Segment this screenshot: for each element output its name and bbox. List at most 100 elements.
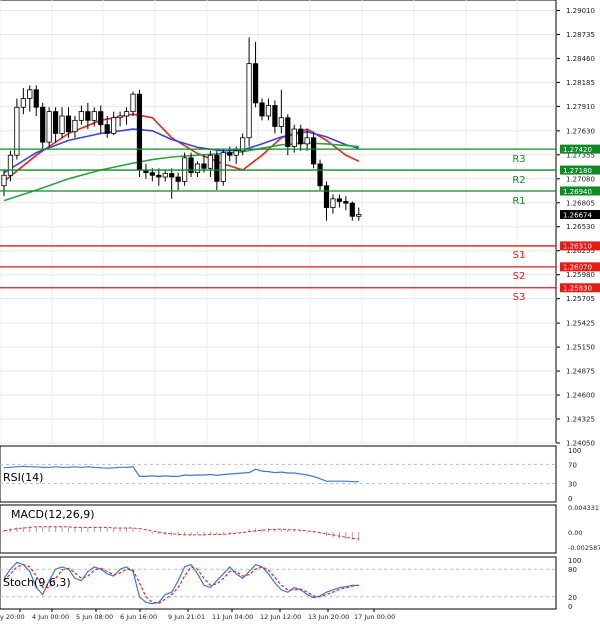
- candle-body: [14, 106, 20, 156]
- level-price-label: 1.26310: [563, 243, 592, 251]
- candle-body: [104, 124, 110, 134]
- chart-svg: 1.29010 1.28735 1.28460 1.28185 1.27910 1.276…: [0, 0, 600, 621]
- candle-body: [91, 111, 97, 121]
- candle-body: [330, 198, 336, 208]
- level-price-label: 1.26070: [563, 264, 592, 272]
- level-name-r3: R3: [512, 154, 525, 165]
- stoch-y-tick: 80: [568, 566, 577, 574]
- candle-body: [207, 154, 213, 169]
- y-tick-label: 1.26805: [566, 199, 595, 207]
- candle-body: [111, 117, 117, 134]
- candle-body: [169, 173, 175, 178]
- candle-body: [20, 98, 26, 108]
- stoch-y-tick: 20: [568, 594, 577, 602]
- rsi-title: RSI(14): [3, 471, 43, 484]
- level-name-s3: S3: [513, 292, 526, 303]
- y-tick-label: 1.25425: [566, 320, 595, 328]
- candle-body: [130, 93, 136, 113]
- x-tick-label: 17 Jun 00:00: [354, 613, 395, 621]
- level-name-s1: S1: [513, 250, 526, 261]
- candle-body: [162, 173, 168, 178]
- y-tick-label: 1.25980: [566, 271, 595, 279]
- x-tick-label: 13 Jun 20:00: [308, 613, 349, 621]
- candle-body: [117, 115, 123, 119]
- x-tick-label: y 20:00: [0, 613, 25, 621]
- candle-body: [98, 111, 104, 126]
- trading-chart: 1.29010 1.28735 1.28460 1.28185 1.27910 1.276…: [0, 0, 600, 621]
- y-tick-label: 1.28185: [566, 79, 595, 87]
- candle-body: [40, 106, 46, 143]
- level-name-r1: R1: [512, 196, 525, 207]
- candle-body: [272, 105, 278, 127]
- candle-body: [246, 63, 252, 139]
- y-tick-label: 1.26530: [566, 223, 595, 231]
- candle-body: [349, 202, 355, 217]
- y-tick-label: 1.28735: [566, 31, 595, 39]
- level-name-s2: S2: [513, 271, 526, 282]
- candle-body: [220, 152, 226, 182]
- x-tick-label: 11 Jun 04:00: [212, 613, 253, 621]
- y-tick-label: 1.25705: [566, 295, 595, 303]
- candle-body: [298, 128, 304, 145]
- y-tick-label: 1.25150: [566, 344, 595, 352]
- panel-frame-1: [0, 445, 557, 503]
- candle-body: [336, 198, 343, 202]
- level-price-label: 1.26940: [563, 188, 592, 196]
- candle-body: [1, 174, 7, 187]
- stoch-y-tick: 100: [568, 557, 581, 565]
- candle-body: [304, 137, 310, 145]
- candle-body: [175, 176, 181, 182]
- x-tick-label: 6 Jun 16:00: [120, 613, 157, 621]
- rsi-y-tick: 0: [568, 495, 572, 503]
- y-tick-label: 1.24325: [566, 416, 595, 424]
- candle-body: [85, 111, 91, 121]
- candle-body: [72, 119, 78, 133]
- level-price-label: 1.25830: [563, 285, 592, 293]
- candle-body: [214, 154, 220, 182]
- candle-body: [233, 150, 239, 156]
- candle-body: [136, 93, 143, 171]
- x-tick-label: 4 Jun 00:00: [32, 613, 69, 621]
- panel-frame-0: [0, 0, 557, 444]
- candle-body: [7, 154, 14, 176]
- candle-body: [317, 163, 323, 187]
- x-tick-label: 5 Jun 08:00: [76, 613, 113, 621]
- stoch-title: Stoch(9,6,3): [3, 576, 71, 589]
- candle-body: [278, 117, 284, 127]
- candle-body: [156, 174, 162, 178]
- level-name-r2: R2: [512, 175, 525, 186]
- y-tick-label: 1.28460: [566, 55, 595, 63]
- stoch-y-tick: 0: [568, 603, 572, 611]
- candle-body: [78, 111, 84, 121]
- rsi-y-tick: 30: [568, 481, 577, 489]
- candle-body: [323, 185, 330, 208]
- candle-body: [149, 172, 155, 176]
- candle-body: [252, 63, 259, 104]
- y-tick-label: 1.27910: [566, 103, 595, 111]
- y-tick-label: 1.27630: [566, 127, 595, 135]
- candle-body: [265, 105, 272, 117]
- macd-y-tick: 0.004331: [568, 504, 599, 512]
- panel-frame-3: [0, 556, 557, 610]
- level-price-label: 1.27420: [563, 146, 592, 154]
- level-price-label: 1.27180: [563, 167, 592, 175]
- candle-body: [291, 128, 297, 147]
- candle-body: [59, 115, 65, 134]
- candle-body: [33, 89, 39, 108]
- current-price-label: 1.26674: [563, 211, 592, 219]
- candle-body: [194, 163, 201, 174]
- x-tick-label: 9 Jun 21:01: [168, 613, 205, 621]
- macd-y-tick: -0.002587: [568, 544, 600, 552]
- candle-body: [227, 152, 233, 156]
- y-tick-label: 1.24875: [566, 368, 595, 376]
- candle-body: [53, 111, 59, 134]
- y-tick-label: 1.27080: [566, 175, 595, 183]
- candle-body: [356, 214, 362, 217]
- rsi-y-tick: 70: [568, 461, 577, 469]
- candle-body: [65, 115, 72, 133]
- candle-body: [46, 111, 52, 143]
- candle-body: [310, 137, 317, 165]
- candle-body: [343, 201, 349, 204]
- macd-y-tick: 0.00: [568, 529, 582, 537]
- candle-body: [123, 111, 130, 117]
